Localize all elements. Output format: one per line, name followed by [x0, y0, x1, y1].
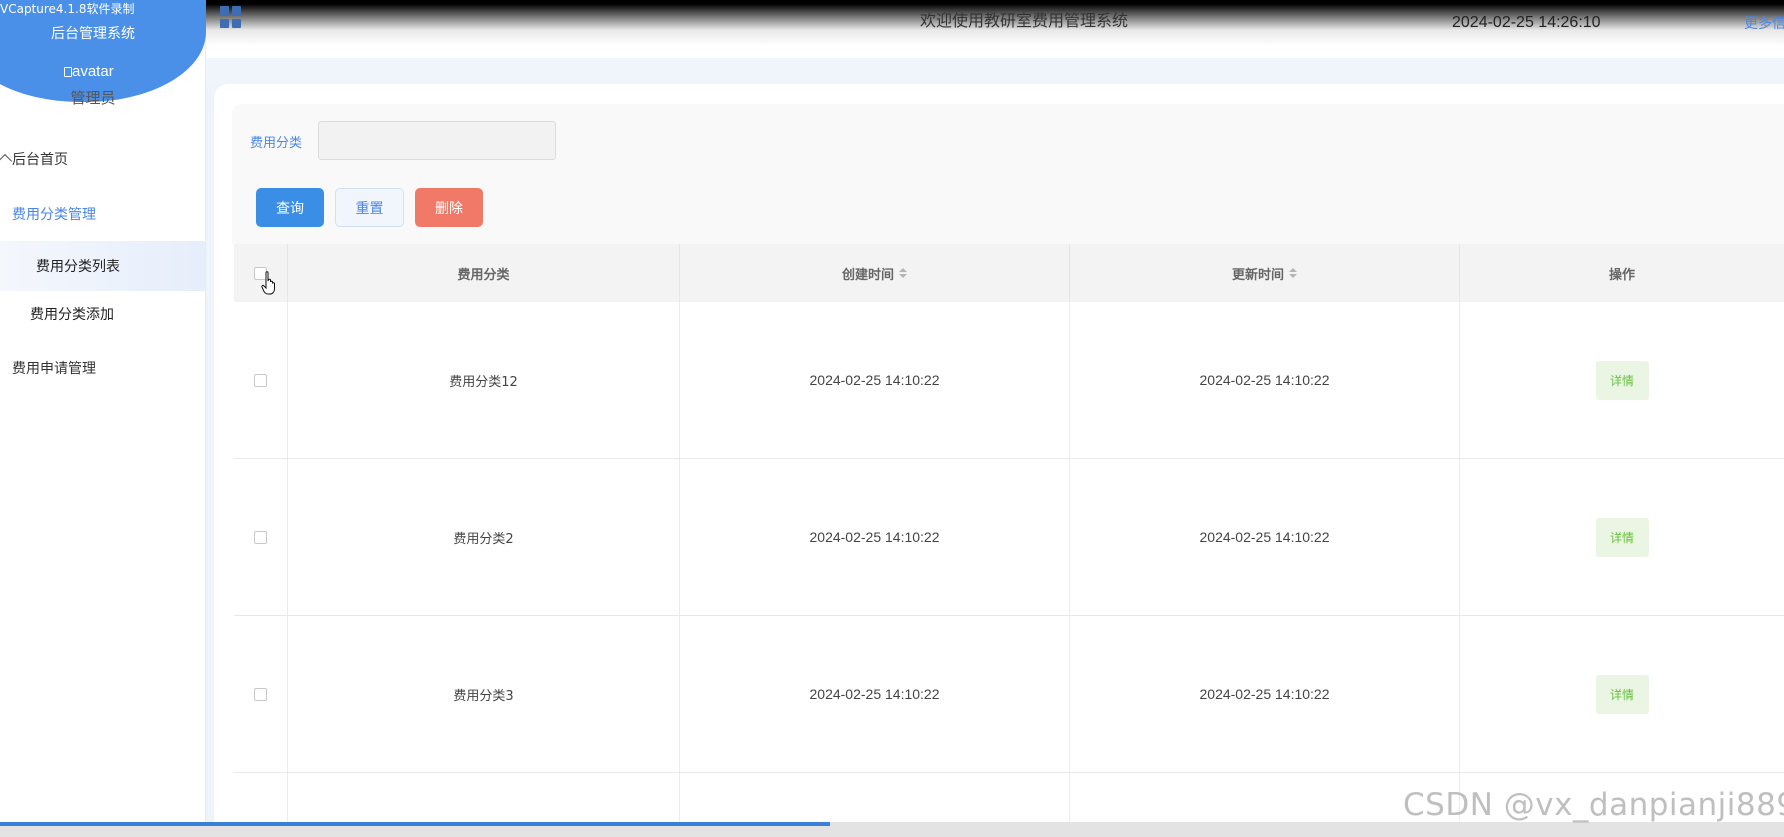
- created-cell: 2024-02-25 14:10:22: [680, 616, 1070, 772]
- updated-cell: 2024-02-25 14:10:22: [1070, 616, 1460, 772]
- sidebar-item-category-add[interactable]: 费用分类添加: [0, 290, 205, 338]
- query-button[interactable]: 查询: [256, 188, 324, 227]
- brand-title: 后台管理系统: [51, 26, 135, 42]
- column-header-created[interactable]: 创建时间: [680, 244, 1070, 302]
- home-icon: [0, 153, 13, 169]
- table-header: 费用分类 创建时间 更新时间 操作: [234, 244, 1784, 302]
- hand-cursor-icon: [261, 271, 275, 295]
- sidebar-item-label: 费用分类管理: [12, 207, 96, 223]
- detail-button[interactable]: 详情: [1595, 360, 1649, 400]
- sidebar-item-label: 费用分类添加: [30, 307, 114, 323]
- category-cell: 费用分类3: [288, 616, 680, 772]
- sidebar-item-label: 后台首页: [12, 152, 68, 168]
- category-cell: 费用分类12: [288, 302, 680, 458]
- created-cell: 2024-02-25 14:10:22: [680, 302, 1070, 458]
- updated-cell: 2024-02-25 14:10:22: [1070, 302, 1460, 458]
- sort-icon[interactable]: [1289, 268, 1297, 278]
- avatar[interactable]: avatar: [64, 63, 114, 80]
- filter-label: 费用分类: [250, 136, 303, 151]
- column-header-actions: 操作: [1608, 267, 1635, 283]
- sidebar-item-label: 费用分类列表: [36, 259, 120, 275]
- sidebar-item-application-management[interactable]: 费用申请管理: [0, 344, 205, 392]
- table-row: 费用分类12 2024-02-25 14:10:22 2024-02-25 14…: [234, 302, 1784, 459]
- video-progress-bar[interactable]: [0, 822, 1784, 837]
- table-row: 费用分类2 2024-02-25 14:10:22 2024-02-25 14:…: [234, 459, 1784, 616]
- sidebar: VCapture4.1.8软件录制 后台管理系统 avatar 管理员 后台首页…: [0, 0, 206, 837]
- table-row: 费用分类3 2024-02-25 14:10:22 2024-02-25 14:…: [234, 616, 1784, 773]
- user-name: 管理员: [70, 89, 116, 107]
- welcome-title: 欢迎使用教研室费用管理系统: [920, 11, 1129, 30]
- recorder-label: VCapture4.1.8软件录制: [0, 2, 135, 16]
- column-header-updated[interactable]: 更新时间: [1070, 244, 1460, 302]
- broken-image-icon: [64, 67, 72, 77]
- more-info-link[interactable]: 更多信: [1744, 13, 1784, 33]
- category-cell: 费用分类2: [288, 459, 680, 615]
- sidebar-item-home[interactable]: 后台首页: [0, 135, 205, 183]
- menu-toggle-icon[interactable]: [220, 6, 242, 28]
- content-band: [206, 58, 1784, 84]
- column-header-category: 费用分类: [288, 244, 680, 302]
- app-window: 欢迎使用教研室费用管理系统 2024-02-25 14:26:10 更多信 VC…: [0, 0, 1784, 837]
- reset-button[interactable]: 重置: [335, 188, 404, 227]
- sidebar-item-category-list[interactable]: 费用分类列表: [0, 241, 205, 291]
- detail-button[interactable]: 详情: [1595, 517, 1649, 557]
- delete-button[interactable]: 删除: [415, 188, 483, 227]
- current-datetime: 2024-02-25 14:26:10: [1452, 14, 1601, 31]
- sidebar-item-category-management[interactable]: 费用分类管理: [0, 190, 205, 238]
- row-checkbox[interactable]: [254, 687, 267, 701]
- select-all-cell: [234, 244, 288, 302]
- sidebar-item-label: 费用申请管理: [12, 361, 96, 377]
- category-table: 费用分类 创建时间 更新时间 操作 费用分类12 2024-02-25 14:1…: [234, 244, 1784, 837]
- row-checkbox[interactable]: [254, 530, 267, 544]
- category-search-input[interactable]: [318, 121, 556, 160]
- row-checkbox[interactable]: [254, 373, 267, 387]
- detail-button[interactable]: 详情: [1595, 674, 1649, 714]
- created-cell: 2024-02-25 14:10:22: [680, 459, 1070, 615]
- top-header: 欢迎使用教研室费用管理系统 2024-02-25 14:26:10 更多信: [0, 0, 1784, 58]
- video-progress-fill: [0, 822, 830, 826]
- avatar-alt-text: avatar: [72, 63, 114, 80]
- watermark: CSDN @vx_danpianji889: [1403, 787, 1784, 823]
- sort-icon[interactable]: [899, 268, 907, 278]
- updated-cell: 2024-02-25 14:10:22: [1070, 459, 1460, 615]
